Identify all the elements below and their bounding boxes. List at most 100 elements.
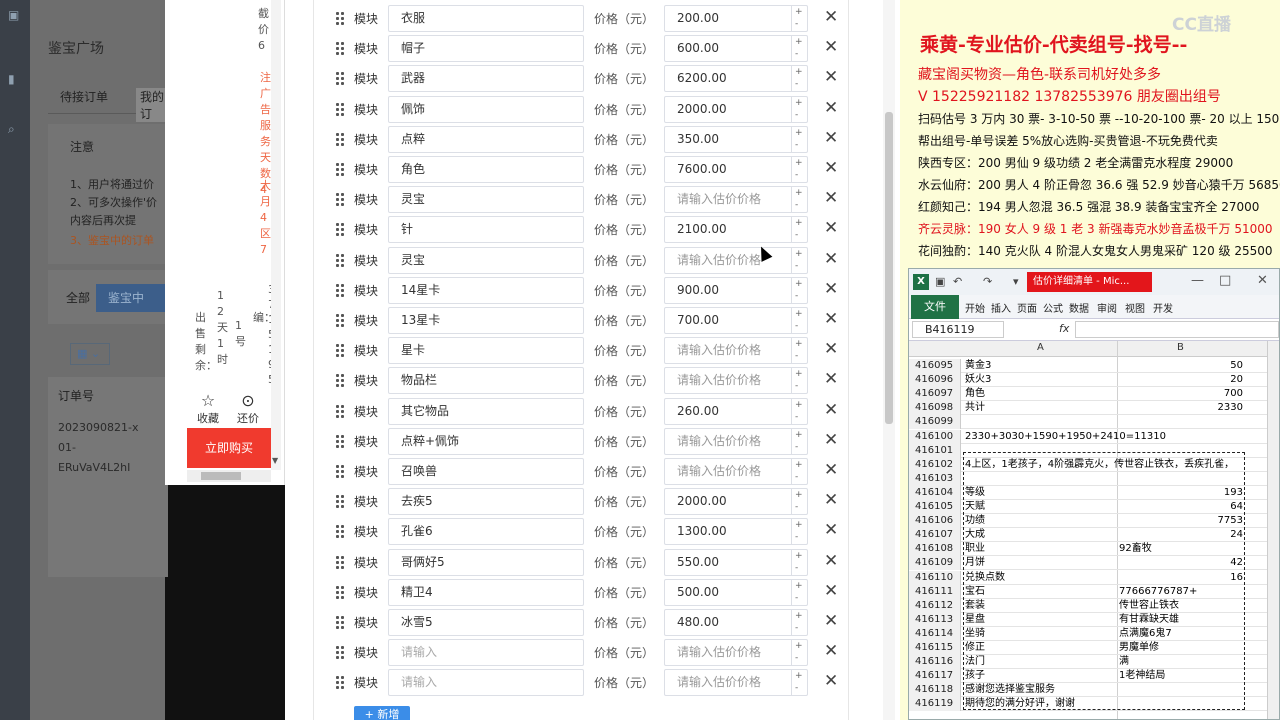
row-number[interactable]: 416119 [909,697,961,712]
drag-handle-icon[interactable] [336,585,346,600]
row-number[interactable]: 416095 [909,359,961,373]
decrement-icon[interactable]: - [795,170,798,180]
drag-handle-icon[interactable] [336,434,346,449]
minimize-icon[interactable]: — [1191,273,1204,288]
price-stepper[interactable]: + - [791,398,807,424]
cell-a[interactable]: 2330+3030+1590+1950+2410=11310 [965,430,1275,444]
decrement-icon[interactable]: - [795,472,798,482]
grid-view-icon[interactable]: ▦ ⌄ [70,343,110,365]
decrement-icon[interactable]: - [795,200,798,210]
price-stepper[interactable]: + - [791,277,807,303]
module-name-input[interactable]: 针 [388,216,584,244]
price-input[interactable]: 请输入估价价格 + - [664,337,808,365]
close-icon[interactable]: ✕ [1257,273,1268,288]
module-name-input[interactable]: 衣服 [388,5,584,32]
drag-handle-icon[interactable] [336,102,346,117]
decrement-icon[interactable]: - [795,412,798,422]
increment-icon[interactable]: + [795,37,803,47]
drag-handle-icon[interactable] [336,283,346,298]
module-name-input[interactable]: 精卫4 [388,578,584,606]
price-stepper[interactable]: + - [791,489,807,515]
row-number[interactable]: 416111 [909,584,961,599]
row-number[interactable]: 416116 [909,655,961,670]
row-number[interactable]: 416102 [909,457,961,472]
price-stepper[interactable]: + - [791,338,807,364]
ribbon-tab[interactable]: 公式 [1043,300,1063,315]
row-number[interactable]: 416100 [909,429,961,444]
row-number[interactable]: 416110 [909,570,961,585]
price-input[interactable]: 请输入估价价格 + - [664,367,808,395]
price-stepper[interactable]: + - [791,6,807,31]
drag-handle-icon[interactable] [336,193,346,207]
row-number[interactable]: 416107 [909,528,961,543]
delete-row-icon[interactable]: ✕ [824,128,838,148]
price-stepper[interactable]: + - [791,96,807,122]
ribbon-tab[interactable]: 插入 [991,300,1011,315]
drag-handle-icon[interactable] [336,495,346,509]
ribbon-tab[interactable]: 开始 [965,300,985,315]
row-number[interactable]: 416097 [909,387,961,402]
increment-icon[interactable]: + [795,279,803,289]
module-name-input[interactable]: 灵宝 [388,186,584,214]
chart-icon[interactable]: ▮ [8,72,22,86]
decrement-icon[interactable]: - [795,623,798,633]
tab-pending[interactable]: 待接订单 [60,88,108,105]
ribbon-tab[interactable]: 数据 [1069,300,1089,315]
increment-icon[interactable]: + [795,98,803,108]
drag-handle-icon[interactable] [336,616,346,630]
decrement-icon[interactable]: - [795,261,798,271]
price-stepper[interactable]: + - [791,610,807,635]
increment-icon[interactable]: + [795,309,803,319]
scrollbar-thumb[interactable] [201,472,241,480]
increment-icon[interactable]: + [795,128,803,138]
row-number[interactable]: 416117 [909,669,961,684]
ribbon-tab[interactable]: 开发 [1153,300,1173,315]
price-stepper[interactable]: + - [791,66,807,92]
price-stepper[interactable]: + - [791,217,807,243]
increment-icon[interactable]: + [795,67,803,77]
buy-now-button[interactable]: 立即购买 [187,428,271,468]
price-input[interactable]: 350.00 + - [664,125,808,153]
row-number[interactable]: 416108 [909,542,961,557]
row-number[interactable]: 416099 [909,415,961,430]
horizontal-scrollbar[interactable] [187,470,271,482]
decrement-icon[interactable]: - [795,110,798,120]
drag-handle-icon[interactable] [336,72,346,86]
price-input[interactable]: 500.00 + - [664,578,808,606]
redo-icon[interactable]: ↷ [983,275,992,288]
drag-handle-icon[interactable] [336,253,346,268]
decrement-icon[interactable]: - [795,532,798,542]
module-name-input[interactable]: 点粹 [388,125,584,153]
module-name-input[interactable]: 冰雪5 [388,609,584,636]
delete-row-icon[interactable]: ✕ [824,188,838,208]
decrement-icon[interactable]: - [795,381,798,391]
delete-row-icon[interactable]: ✕ [824,158,838,178]
delete-row-icon[interactable]: ✕ [824,279,838,299]
increment-icon[interactable]: + [795,400,803,410]
module-name-input[interactable]: 帽子 [388,35,584,63]
price-stepper[interactable]: + - [791,428,807,454]
module-name-input[interactable]: 物品栏 [388,367,584,395]
save-icon[interactable]: ▣ [935,275,945,288]
delete-row-icon[interactable]: ✕ [824,37,838,57]
module-name-input[interactable]: 灵宝 [388,246,584,274]
row-number[interactable]: 416113 [909,612,961,627]
cell-b[interactable]: 700 [1119,387,1243,401]
price-input[interactable]: 请输入估价价格 + - [664,427,808,455]
increment-icon[interactable]: + [795,611,803,621]
decrement-icon[interactable]: - [795,442,798,452]
price-input[interactable]: 请输入估价价格 + - [664,246,808,274]
module-name-input[interactable]: 星卡 [388,337,584,365]
increment-icon[interactable]: + [795,369,803,379]
price-stepper[interactable]: + - [791,368,807,394]
delete-row-icon[interactable]: ✕ [824,400,838,420]
maximize-icon[interactable]: □ [1219,273,1231,288]
increment-icon[interactable]: + [795,460,803,470]
drag-handle-icon[interactable] [336,465,346,479]
drag-handle-icon[interactable] [336,42,346,56]
bargain-button[interactable]: ⊙ 还价 [227,392,269,426]
increment-icon[interactable]: + [795,430,803,440]
drag-handle-icon[interactable] [336,525,346,539]
drag-handle-icon[interactable] [336,676,346,690]
row-number[interactable]: 416105 [909,500,961,514]
